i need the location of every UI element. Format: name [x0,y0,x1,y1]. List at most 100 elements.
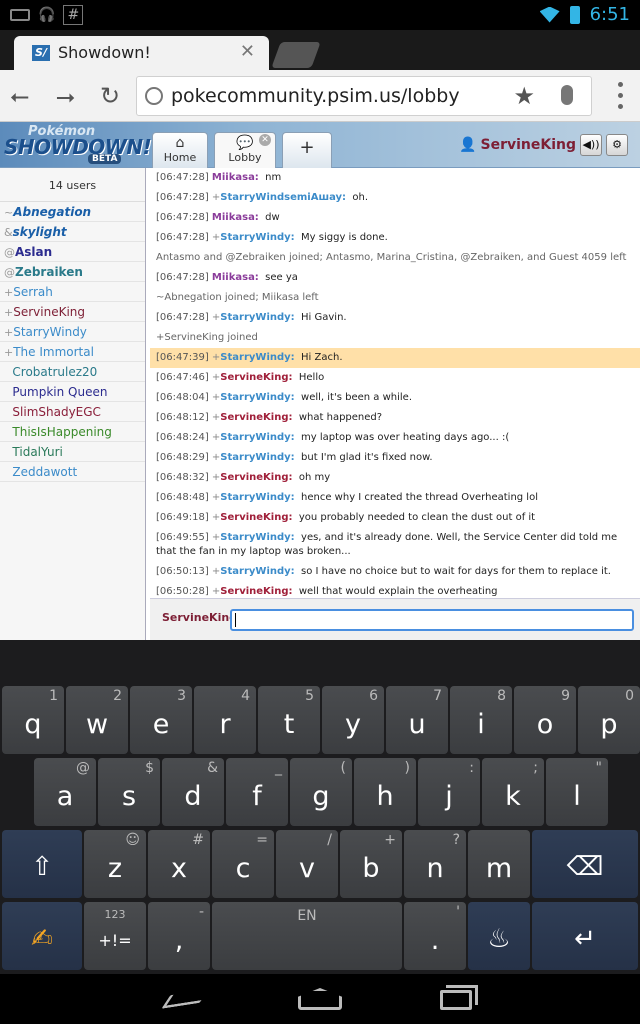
swype-hand-icon: ✍ [31,924,53,954]
user-list-item[interactable]: ~Abnegation [0,202,145,222]
key-x[interactable]: # x [148,830,210,898]
settings-button[interactable]: ⚙ [606,134,628,156]
tab-lobby[interactable]: 💬 Lobby ✕ [214,132,276,168]
user-name: ThisIsHappening [12,425,112,439]
key-label: w [85,709,109,740]
microphone-icon[interactable] [561,85,573,105]
user-list-item[interactable]: Pumpkin Queen [0,382,145,402]
user-list-item[interactable]: @Zebraiken [0,262,145,282]
user-list-item[interactable]: ThisIsHappening [0,422,145,442]
sender-name[interactable]: StarryWindy: [220,392,294,403]
address-bar[interactable]: pokecommunity.psim.us/lobby ★ [136,76,592,116]
sender-name[interactable]: StarryWindy: [220,532,294,543]
key-h[interactable]: ) h [354,758,416,826]
key-k[interactable]: ; k [482,758,544,826]
user-rank: @ [4,246,15,259]
key-c[interactable]: = c [212,830,274,898]
user-list-item[interactable]: SlimShadyEGC [0,402,145,422]
dragon-dictation-key[interactable]: ♨ [468,902,530,970]
sender-name[interactable]: ServineKing: [220,472,292,483]
bookmark-star-icon[interactable]: ★ [513,82,535,110]
sender-name[interactable]: StarryWindy: [220,232,294,243]
backspace-key[interactable]: ⌫ [532,830,638,898]
sender-name[interactable]: ServineKing: [220,512,292,523]
showdown-logo[interactable]: Pokémon SHOWDOWN! BETA [4,124,152,166]
key-a[interactable]: @ a [34,758,96,826]
username[interactable]: ServineKing [480,137,576,153]
sender-name[interactable]: Miikasa: [212,212,259,223]
home-button-icon[interactable] [298,988,342,1010]
key-t[interactable]: 5t [258,686,320,754]
sender-name[interactable]: StarryWindsemiAшay: [220,192,346,203]
reload-icon[interactable]: ↻ [100,82,120,110]
sender-name[interactable]: Miikasa: [212,272,259,283]
browser-tab-strip: S/ Showdown! ✕ [0,30,640,70]
user-list-item[interactable]: &skylight [0,222,145,242]
key-n[interactable]: ? n [404,830,466,898]
key-d[interactable]: & d [162,758,224,826]
forward-arrow-icon[interactable]: ⭢ [56,82,75,110]
user-list-item[interactable]: TidalYuri [0,442,145,462]
user-list-item[interactable]: Crobatrulez20 [0,362,145,382]
sender-name[interactable]: ServineKing: [220,372,292,383]
key-v[interactable]: / v [276,830,338,898]
sender-name[interactable]: Miikasa: [212,172,259,183]
enter-key[interactable]: ↵ [532,902,638,970]
space-key[interactable]: EN [212,902,402,970]
browser-tab[interactable]: S/ Showdown! ✕ [14,36,269,70]
key-period[interactable]: '. [404,902,466,970]
message-text: well that would explain the overheating [292,586,498,597]
key-q[interactable]: 1q [2,686,64,754]
sender-name[interactable]: ServineKing: [220,586,292,597]
key-o[interactable]: 9o [514,686,576,754]
user-list-item[interactable]: +ServineKing [0,302,145,322]
key-i[interactable]: 8i [450,686,512,754]
user-list-item[interactable]: +StarryWindy [0,322,145,342]
key-comma[interactable]: -, [148,902,210,970]
sender-name[interactable]: ServineKing: [220,412,292,423]
sender-name[interactable]: StarryWindy: [220,566,294,577]
chat-log[interactable]: [06:47:28] Miikasa: nm [06:47:28] +Starry… [150,168,640,598]
back-arrow-icon[interactable]: ⭠ [10,82,29,110]
swype-key[interactable]: ✍ [2,902,82,970]
key-z[interactable]: ☺ z [84,830,146,898]
key-y[interactable]: 6y [322,686,384,754]
key-s[interactable]: $ s [98,758,160,826]
key-w[interactable]: 2w [66,686,128,754]
shift-key[interactable]: ⇧ [2,830,82,898]
tab-new-room[interactable]: + [282,132,332,168]
sender-name[interactable]: StarryWindy: [220,432,294,443]
sender-name[interactable]: StarryWindy: [220,492,294,503]
recents-icon[interactable] [440,990,472,1010]
user-list-item[interactable]: +Serrah [0,282,145,302]
sender-name[interactable]: StarryWindy: [220,312,294,323]
tab-close-icon[interactable]: ✕ [240,41,255,62]
user-list-item[interactable]: @Aslan [0,242,145,262]
sound-button[interactable]: ◀)) [580,134,602,156]
key-hint: 9 [561,688,570,704]
key-f[interactable]: _ f [226,758,288,826]
key-e[interactable]: 3e [130,686,192,754]
key-b[interactable]: + b [340,830,402,898]
chat-input[interactable] [230,609,634,631]
key-m[interactable]: m [468,830,530,898]
close-icon[interactable]: ✕ [259,134,271,146]
new-tab-button[interactable] [271,42,321,68]
key-r[interactable]: 4r [194,686,256,754]
back-icon[interactable] [161,989,209,1009]
symbols-key[interactable]: 123 +!= [84,902,146,970]
tab-home[interactable]: ⌂ Home [152,132,208,168]
user-name: TidalYuri [12,445,63,459]
user-list-item[interactable]: +The Immortal [0,342,145,362]
key-g[interactable]: (g [290,758,352,826]
key-l[interactable]: " l [546,758,608,826]
key-label: e [152,709,170,740]
key-u[interactable]: 7u [386,686,448,754]
chat-message: [06:49:55] +StarryWindy: yes, and it's a… [150,528,640,562]
user-list-item[interactable]: Zeddawott [0,462,145,482]
menu-icon[interactable] [618,82,624,110]
sender-name[interactable]: StarryWindy: [220,452,294,463]
key-j[interactable]: :j [418,758,480,826]
sender-name[interactable]: StarryWindy: [220,352,294,363]
key-p[interactable]: 0p [578,686,640,754]
